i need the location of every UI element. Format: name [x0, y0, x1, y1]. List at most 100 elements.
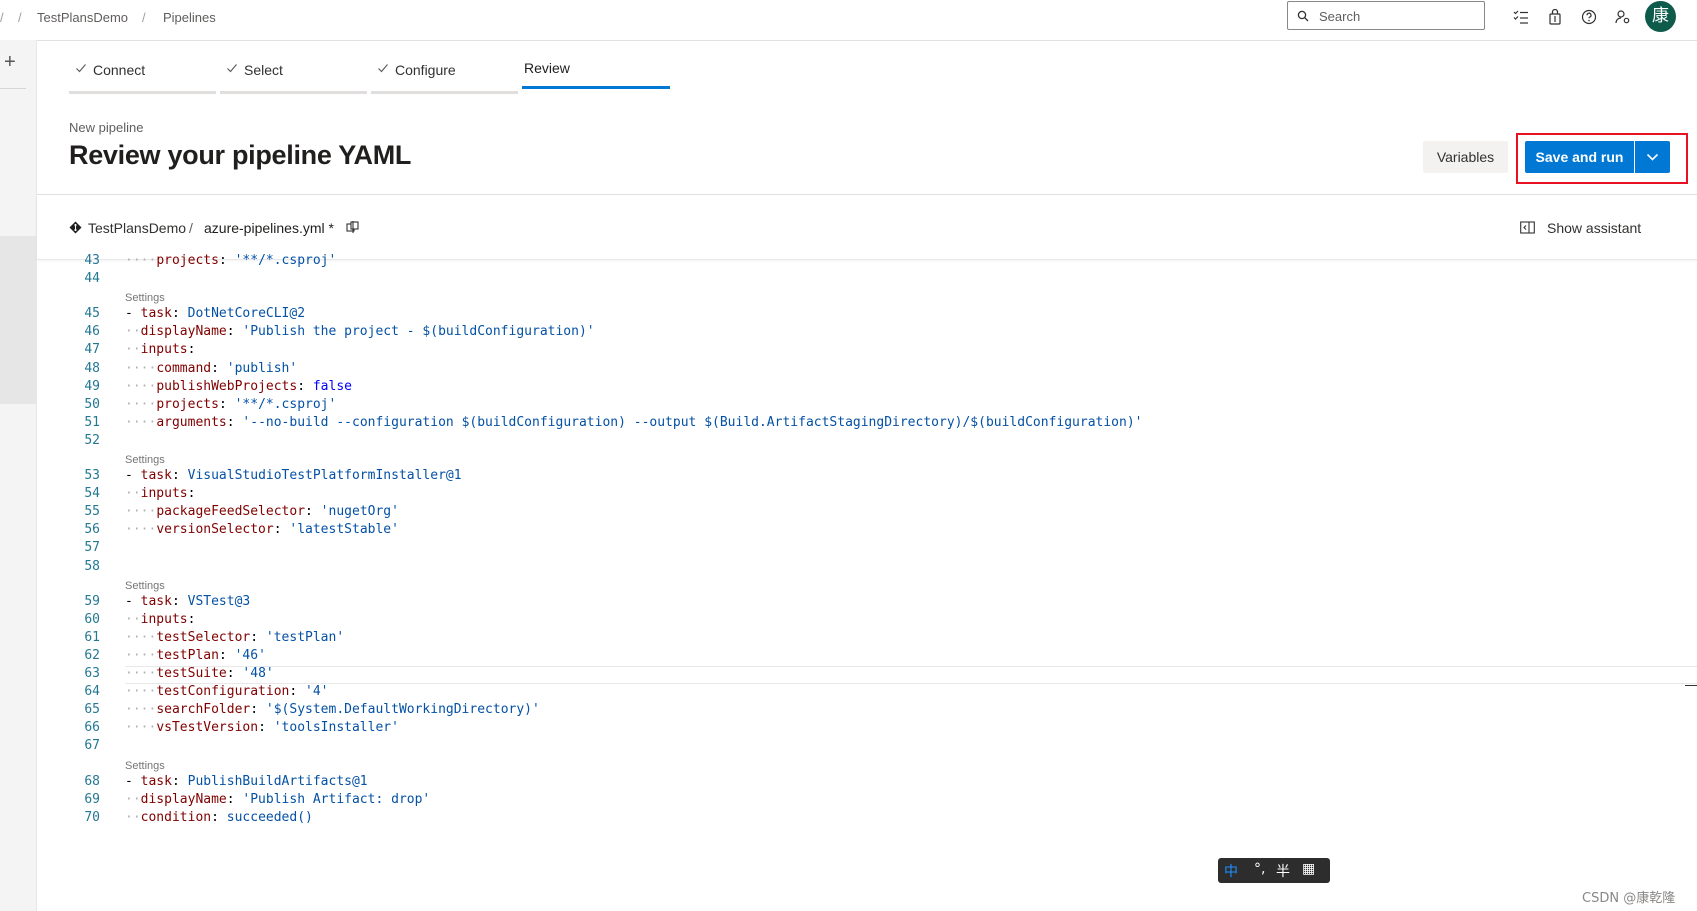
- line-number: 51: [84, 414, 100, 430]
- line-number: 47: [84, 342, 100, 358]
- add-icon[interactable]: +: [4, 51, 16, 74]
- step-label: Configure: [395, 62, 456, 78]
- ime-punctuation: °,: [1254, 861, 1266, 877]
- show-assistant-button[interactable]: Show assistant: [1547, 220, 1641, 236]
- line-number: 50: [84, 396, 100, 412]
- line-number: 54: [84, 486, 100, 502]
- breadcrumb-pipelines[interactable]: Pipelines: [163, 10, 216, 25]
- line-number: 52: [84, 432, 100, 448]
- code-line[interactable]: - task: VSTest@3: [125, 594, 250, 609]
- line-number: 60: [84, 611, 100, 627]
- line-number: 59: [84, 593, 100, 609]
- code-line[interactable]: ··displayName: 'Publish the project - $(…: [125, 324, 595, 339]
- sidebar-selected-block: [0, 236, 36, 404]
- line-number: 61: [84, 629, 100, 645]
- step-review[interactable]: Review: [522, 56, 670, 89]
- line-number: 46: [84, 324, 100, 340]
- line-number: 49: [84, 378, 100, 394]
- task-list-icon[interactable]: [1512, 8, 1530, 26]
- step-underline-active: [522, 86, 670, 89]
- search-input[interactable]: Search: [1287, 1, 1485, 30]
- code-line[interactable]: ··inputs:: [125, 612, 195, 627]
- current-line-highlight: [125, 666, 1697, 684]
- save-options-dropdown[interactable]: [1635, 141, 1670, 173]
- line-number: 68: [84, 773, 100, 789]
- checkmark-icon: [378, 64, 388, 73]
- top-bar: / / TestPlansDemo / Pipelines Search 康: [0, 0, 1697, 41]
- line-number: 67: [84, 738, 100, 754]
- scrollbar-marker: [1685, 685, 1697, 686]
- step-label: Connect: [93, 62, 146, 78]
- step-select[interactable]: Select: [220, 56, 367, 94]
- ime-toolbar[interactable]: 中 °, 半 ▦: [1218, 858, 1330, 883]
- code-line[interactable]: ····packageFeedSelector: 'nugetOrg': [125, 504, 399, 519]
- shirt-icon: ▦: [1302, 861, 1316, 877]
- git-repo-icon: [69, 221, 82, 234]
- codelens-settings[interactable]: Settings: [125, 760, 165, 772]
- code-line[interactable]: ····testConfiguration: '4': [125, 684, 329, 699]
- code-line[interactable]: ····testPlan: '46': [125, 648, 266, 663]
- shopping-bag-icon[interactable]: [1546, 8, 1564, 26]
- code-line[interactable]: ··condition: succeeded(): [125, 810, 313, 825]
- line-number: 64: [84, 684, 100, 700]
- code-line[interactable]: ····arguments: '--no-build --configurati…: [125, 415, 1143, 430]
- breadcrumb-fragment: /: [0, 10, 4, 25]
- step-label: Select: [244, 62, 283, 78]
- code-line[interactable]: ····projects: '**/*.csproj': [125, 253, 336, 268]
- rename-icon[interactable]: [346, 221, 359, 234]
- step-connect[interactable]: Connect: [69, 56, 216, 94]
- search-icon: [1297, 10, 1309, 22]
- step-underline: [69, 91, 216, 94]
- line-number: 57: [84, 540, 100, 556]
- code-line[interactable]: ····command: 'publish': [125, 361, 297, 376]
- save-and-run-button[interactable]: Save and run: [1525, 141, 1634, 173]
- step-configure[interactable]: Configure: [371, 56, 518, 94]
- code-line[interactable]: ····projects: '**/*.csproj': [125, 397, 336, 412]
- code-line[interactable]: ····versionSelector: 'latestStable': [125, 522, 399, 537]
- code-line[interactable]: ····testSelector: 'testPlan': [125, 630, 344, 645]
- breadcrumb-separator: /: [142, 10, 146, 25]
- codelens-settings[interactable]: Settings: [125, 292, 165, 304]
- step-label: Review: [524, 60, 570, 76]
- line-number: 63: [84, 666, 100, 681]
- code-line[interactable]: ····publishWebProjects: false: [125, 379, 352, 394]
- code-line[interactable]: ····searchFolder: '$(System.DefaultWorki…: [125, 702, 540, 717]
- code-line[interactable]: - task: VisualStudioTestPlatformInstalle…: [125, 468, 462, 483]
- code-line[interactable]: ····vsTestVersion: 'toolsInstaller': [125, 720, 399, 735]
- line-number: 53: [84, 468, 100, 483]
- breadcrumb-project[interactable]: TestPlansDemo: [37, 10, 128, 25]
- codelens-settings[interactable]: Settings: [125, 580, 165, 592]
- ime-width: 半: [1276, 864, 1290, 880]
- line-number: 66: [84, 720, 100, 736]
- checkmark-icon: [76, 64, 86, 73]
- variables-button[interactable]: Variables: [1423, 141, 1508, 173]
- codelens-settings[interactable]: Settings: [125, 454, 165, 466]
- code-line[interactable]: ····testSuite: '48': [125, 666, 274, 681]
- line-number: 48: [84, 360, 100, 376]
- line-number: 65: [84, 702, 100, 718]
- line-number: 45: [84, 306, 100, 322]
- avatar[interactable]: 康: [1645, 1, 1676, 32]
- step-underline: [220, 91, 367, 94]
- step-underline: [371, 91, 518, 94]
- code-line[interactable]: ··inputs:: [125, 342, 195, 357]
- line-number: 62: [84, 647, 100, 663]
- file-name[interactable]: azure-pipelines.yml *: [204, 220, 334, 236]
- ime-mode: 中: [1224, 864, 1238, 880]
- repo-link[interactable]: TestPlansDemo: [88, 220, 186, 236]
- code-line[interactable]: ··inputs:: [125, 486, 195, 501]
- line-number: 70: [84, 809, 100, 825]
- user-settings-icon[interactable]: [1614, 8, 1632, 26]
- line-number: 55: [84, 504, 100, 520]
- file-bar: TestPlansDemo / azure-pipelines.yml * Sh…: [37, 195, 1697, 260]
- chevron-down-icon: [1646, 153, 1659, 161]
- assistant-panel-icon[interactable]: [1520, 221, 1535, 234]
- code-line[interactable]: ··displayName: 'Publish Artifact: drop': [125, 792, 430, 807]
- left-sidebar: +: [0, 40, 37, 911]
- sidebar-divider: [0, 88, 26, 89]
- help-icon[interactable]: [1580, 8, 1598, 26]
- code-line[interactable]: - task: DotNetCoreCLI@2: [125, 306, 305, 321]
- code-line[interactable]: - task: PublishBuildArtifacts@1: [125, 774, 368, 789]
- checkmark-icon: [227, 64, 237, 73]
- yaml-editor[interactable]: 43 ····projects: '**/*.csproj' 44 Settings 4…: [37, 253, 1697, 911]
